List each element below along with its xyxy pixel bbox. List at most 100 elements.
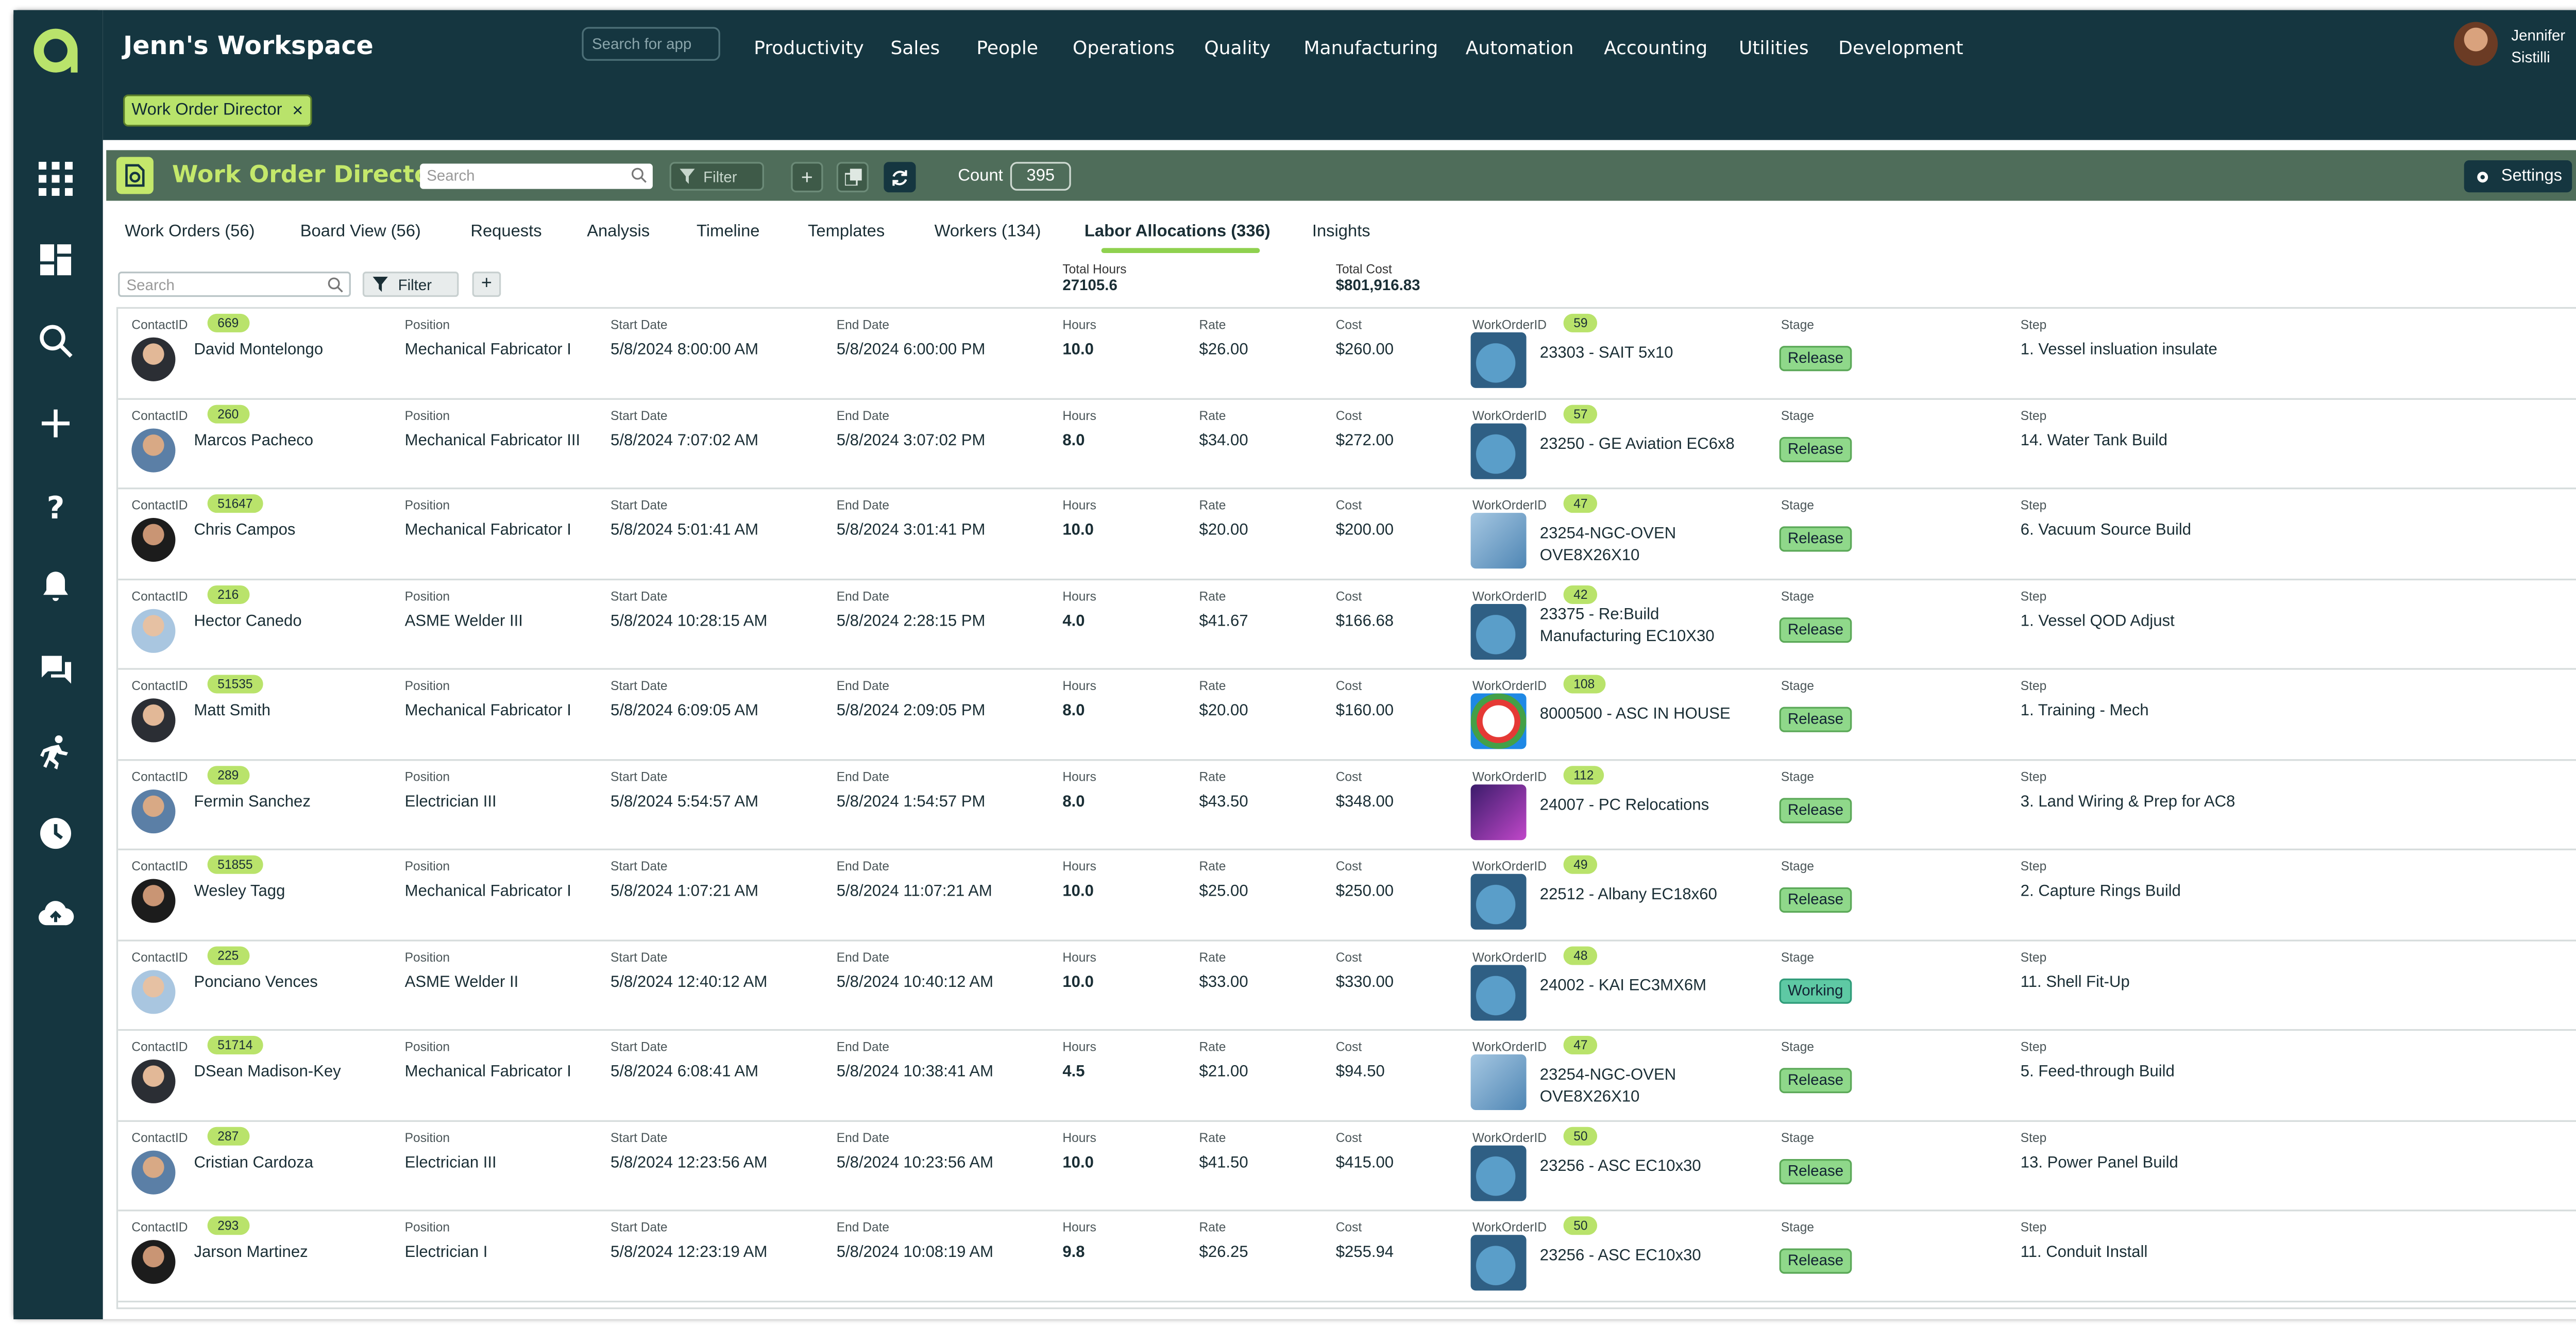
nav-automation[interactable]: Automation: [1466, 37, 1574, 59]
hours-value: 8.0: [1062, 792, 1085, 811]
work-order-name[interactable]: 23303 - SAIT 5x10: [1540, 343, 1742, 365]
work-order-name[interactable]: 23254-NGC-OVEN OVE8X26X10: [1540, 523, 1742, 567]
tab-workers[interactable]: Workers (134): [935, 223, 1041, 241]
tab-labor-allocations[interactable]: Labor Allocations (336): [1084, 223, 1270, 241]
help-icon[interactable]: ?: [36, 486, 76, 527]
app-search-input[interactable]: Search for app: [582, 27, 720, 61]
bell-icon[interactable]: [36, 567, 76, 608]
chat-icon[interactable]: [36, 649, 76, 690]
filter-button[interactable]: Filter: [669, 162, 764, 191]
apps-grid-icon[interactable]: [36, 159, 76, 199]
search-icon[interactable]: [36, 321, 76, 361]
table-row[interactable]: ContactID 289 Fermin Sanchez Position El…: [118, 760, 2576, 850]
list-add-button[interactable]: +: [472, 272, 501, 297]
tab-board-view[interactable]: Board View (56): [300, 223, 421, 241]
tab-requests[interactable]: Requests: [470, 223, 541, 241]
app-search-input-main[interactable]: Search: [420, 163, 653, 189]
worker-name[interactable]: Marcos Pacheco: [194, 431, 313, 449]
activity-icon[interactable]: [36, 732, 76, 773]
stage-badge[interactable]: Release: [1779, 707, 1852, 732]
nav-sales[interactable]: Sales: [890, 37, 940, 59]
add-icon[interactable]: [36, 403, 76, 444]
open-app-chip[interactable]: Work Order Director ×: [123, 94, 312, 127]
nav-accounting[interactable]: Accounting: [1604, 37, 1707, 59]
work-order-name[interactable]: 23375 - Re:Build Manufacturing EC10X30: [1540, 603, 1742, 647]
table-row[interactable]: ContactID 293 Jarson Martinez Position E…: [118, 1211, 2576, 1302]
work-order-thumbnail[interactable]: [1470, 1054, 1527, 1111]
refresh-button[interactable]: [884, 162, 916, 193]
work-order-thumbnail[interactable]: [1470, 1235, 1527, 1291]
table-row[interactable]: ContactID 51535 Matt Smith Position Mech…: [118, 670, 2576, 760]
work-order-thumbnail[interactable]: [1470, 964, 1527, 1020]
worker-name[interactable]: Chris Campos: [194, 522, 295, 540]
table-row[interactable]: ContactID 287 Cristian Cardoza Position …: [118, 1121, 2576, 1212]
stage-badge[interactable]: Release: [1779, 1158, 1852, 1184]
nav-quality[interactable]: Quality: [1204, 37, 1270, 59]
worker-name[interactable]: Fermin Sanchez: [194, 792, 310, 811]
work-order-name[interactable]: 8000500 - ASC IN HOUSE: [1540, 703, 1742, 726]
cloud-upload-icon[interactable]: [36, 894, 76, 935]
table-row[interactable]: ContactID 51647 Chris Campos Position Me…: [118, 489, 2576, 580]
stage-badge[interactable]: Release: [1779, 616, 1852, 642]
nav-manufacturing[interactable]: Manufacturing: [1303, 37, 1438, 59]
copy-button[interactable]: [836, 162, 869, 193]
worker-name[interactable]: DSean Madison-Key: [194, 1063, 341, 1081]
tab-timeline[interactable]: Timeline: [697, 223, 760, 241]
work-order-thumbnail[interactable]: [1470, 423, 1527, 479]
settings-button[interactable]: Settings: [2464, 160, 2572, 193]
work-order-name[interactable]: 24007 - PC Relocations: [1540, 794, 1742, 816]
worker-name[interactable]: Cristian Cardoza: [194, 1153, 313, 1172]
user-name[interactable]: Jennifer Sistilli: [2511, 25, 2565, 69]
table-row[interactable]: ContactID 51855 Wesley Tagg Position Mec…: [118, 850, 2576, 941]
work-order-name[interactable]: 23256 - ASC EC10x30: [1540, 1155, 1742, 1177]
stage-badge[interactable]: Release: [1779, 346, 1852, 372]
work-order-name[interactable]: 24002 - KAI EC3MX6M: [1540, 975, 1742, 997]
work-order-thumbnail[interactable]: [1470, 332, 1527, 388]
nav-development[interactable]: Development: [1838, 37, 1963, 59]
worker-name[interactable]: Hector Canedo: [194, 612, 301, 630]
worker-name[interactable]: Ponciano Vences: [194, 972, 317, 991]
app-logo-icon[interactable]: [29, 24, 83, 78]
stage-badge[interactable]: Working: [1779, 978, 1852, 1003]
work-order-name[interactable]: 23254-NGC-OVEN OVE8X26X10: [1540, 1065, 1742, 1109]
dashboard-icon[interactable]: [36, 240, 76, 280]
work-order-thumbnail[interactable]: [1470, 513, 1527, 569]
nav-operations[interactable]: Operations: [1073, 37, 1175, 59]
work-order-thumbnail[interactable]: [1470, 603, 1527, 659]
clock-icon[interactable]: [36, 813, 76, 854]
stage-badge[interactable]: Release: [1779, 526, 1852, 552]
worker-name[interactable]: Matt Smith: [194, 702, 270, 720]
user-avatar[interactable]: [2454, 22, 2498, 66]
stage-badge[interactable]: Release: [1779, 797, 1852, 822]
worker-name[interactable]: David Montelongo: [194, 341, 323, 359]
nav-utilities[interactable]: Utilities: [1739, 37, 1809, 59]
tab-analysis[interactable]: Analysis: [587, 223, 650, 241]
work-order-name[interactable]: 22512 - Albany EC18x60: [1540, 884, 1742, 906]
stage-badge[interactable]: Release: [1779, 1248, 1852, 1274]
table-row[interactable]: ContactID 260 Marcos Pacheco Position Me…: [118, 399, 2576, 490]
tab-insights[interactable]: Insights: [1312, 223, 1370, 241]
work-order-name[interactable]: 23250 - GE Aviation EC6x8: [1540, 433, 1742, 455]
worker-name[interactable]: Jarson Martinez: [194, 1244, 308, 1262]
work-order-name[interactable]: 23256 - ASC EC10x30: [1540, 1245, 1742, 1267]
nav-people[interactable]: People: [976, 37, 1038, 59]
work-order-thumbnail[interactable]: [1470, 783, 1527, 840]
stage-badge[interactable]: Release: [1779, 1068, 1852, 1094]
tab-work-orders[interactable]: Work Orders (56): [125, 223, 255, 241]
add-button[interactable]: +: [791, 162, 823, 193]
list-filter-button[interactable]: Filter: [362, 272, 459, 297]
close-icon[interactable]: ×: [292, 100, 303, 121]
list-search-input[interactable]: Search: [118, 272, 351, 297]
worker-name[interactable]: Wesley Tagg: [194, 882, 285, 901]
work-order-thumbnail[interactable]: [1470, 1145, 1527, 1201]
table-row[interactable]: ContactID 669 David Montelongo Position …: [118, 309, 2576, 399]
table-row[interactable]: ContactID 225 Ponciano Vences Position A…: [118, 941, 2576, 1031]
table-row[interactable]: ContactID 216 Hector Canedo Position ASM…: [118, 579, 2576, 670]
work-order-thumbnail[interactable]: [1470, 874, 1527, 930]
stage-badge[interactable]: Release: [1779, 436, 1852, 462]
work-order-thumbnail[interactable]: [1470, 693, 1527, 749]
tab-templates[interactable]: Templates: [808, 223, 885, 241]
stage-badge[interactable]: Release: [1779, 887, 1852, 913]
table-row[interactable]: ContactID 51714 DSean Madison-Key Positi…: [118, 1031, 2576, 1121]
nav-productivity[interactable]: Productivity: [754, 37, 864, 59]
